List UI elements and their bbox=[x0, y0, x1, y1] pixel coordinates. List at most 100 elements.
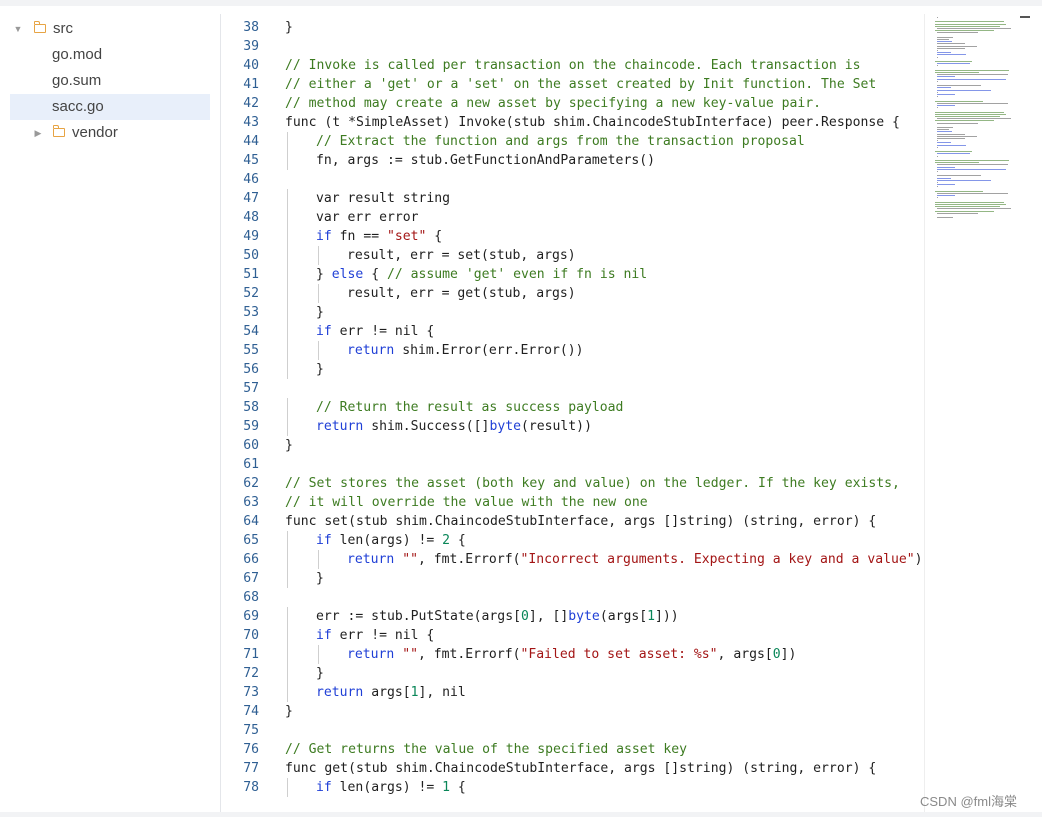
code-line[interactable]: 78 if len(args) != 1 { bbox=[222, 778, 922, 797]
code-text: fn, args := stub.GetFunctionAndParameter… bbox=[316, 153, 655, 168]
code-line[interactable]: 68 bbox=[222, 588, 922, 607]
code-line[interactable]: 67} bbox=[222, 569, 922, 588]
code-line[interactable]: 62 // Set stores the asset (both key and … bbox=[222, 474, 922, 493]
indent-guide bbox=[287, 531, 288, 550]
tree-item-go-sum[interactable]: go.sum bbox=[10, 68, 210, 94]
code-text: if err != nil { bbox=[316, 628, 435, 643]
minimap-line bbox=[937, 208, 1012, 210]
chevron-right-icon[interactable]: ▶ bbox=[33, 120, 43, 146]
minimap-line bbox=[937, 105, 956, 106]
code-line[interactable]: 47 var result string bbox=[222, 189, 922, 208]
code-text: // Set stores the asset (both key and va… bbox=[285, 476, 900, 491]
code-text: } bbox=[316, 666, 324, 681]
code-line[interactable]: 53} bbox=[222, 303, 922, 322]
code-line[interactable]: 64 func set(stub shim.ChaincodeStubInterf… bbox=[222, 512, 922, 531]
code-line[interactable]: 49 if fn == "set" { bbox=[222, 227, 922, 246]
line-number: 41 bbox=[243, 77, 259, 92]
line-number: 50 bbox=[243, 248, 259, 263]
minimap-line bbox=[937, 168, 1007, 170]
code-text: if len(args) != 2 { bbox=[316, 533, 466, 548]
code-line[interactable]: 74} bbox=[222, 702, 922, 721]
indent-guide bbox=[287, 189, 288, 208]
code-text: err := stub.PutState(args[0], []byte(arg… bbox=[316, 609, 679, 624]
code-line[interactable]: 44 // Extract the function and args from … bbox=[222, 132, 922, 151]
code-text: func set(stub shim.ChaincodeStubInterfac… bbox=[285, 514, 877, 529]
line-number: 42 bbox=[243, 96, 259, 111]
tree-item-go-mod[interactable]: go.mod bbox=[10, 42, 210, 68]
minimap-line bbox=[937, 184, 956, 186]
code-line[interactable]: 60} bbox=[222, 436, 922, 455]
minimap-line bbox=[935, 206, 1000, 208]
minimap-line bbox=[937, 91, 938, 93]
minimap[interactable] bbox=[924, 14, 1020, 812]
minimap-line bbox=[937, 146, 938, 148]
code-line[interactable]: 40 // Invoke is called per transaction on… bbox=[222, 56, 922, 75]
tree-item-sacc-go[interactable]: sacc.go bbox=[10, 94, 210, 120]
code-line[interactable]: 59 return shim.Success([]byte(result)) bbox=[222, 417, 922, 436]
line-number: 66 bbox=[243, 552, 259, 567]
tree-item-vendor[interactable]: ▶ vendor bbox=[10, 120, 210, 146]
indent-guide bbox=[287, 550, 288, 569]
minimap-line bbox=[937, 56, 938, 58]
minimap-line bbox=[937, 45, 977, 47]
bottom-strip bbox=[0, 812, 1042, 817]
line-number: 73 bbox=[243, 685, 259, 700]
minimap-line bbox=[937, 63, 971, 65]
code-line[interactable]: 72} bbox=[222, 664, 922, 683]
top-strip bbox=[0, 0, 1042, 6]
line-number: 69 bbox=[243, 609, 259, 624]
code-line[interactable]: 77 func get(stub shim.ChaincodeStubInterf… bbox=[222, 759, 922, 778]
code-line[interactable]: 61 bbox=[222, 455, 922, 474]
code-line[interactable]: 38} bbox=[222, 18, 922, 37]
minimap-line bbox=[937, 43, 965, 45]
code-line[interactable]: 65 if len(args) != 2 { bbox=[222, 531, 922, 550]
code-line[interactable]: 63 // it will override the value with the… bbox=[222, 493, 922, 512]
tree-item-src[interactable]: ▼ src bbox=[10, 16, 210, 42]
code-line[interactable]: 43 func (t *SimpleAsset) Invoke(stub shim… bbox=[222, 113, 922, 132]
code-line[interactable]: 58 // Return the result as success payloa… bbox=[222, 398, 922, 417]
code-line[interactable]: 66 return "", fmt.Errorf("Incorrect argum… bbox=[222, 550, 922, 569]
indent-guide bbox=[287, 151, 288, 170]
line-number: 45 bbox=[243, 153, 259, 168]
code-text: var err error bbox=[316, 210, 419, 225]
code-line[interactable]: 54 if err != nil { bbox=[222, 322, 922, 341]
minimap-line bbox=[937, 65, 938, 67]
code-line[interactable]: 42 // method may create a new asset by sp… bbox=[222, 94, 922, 113]
line-number: 38 bbox=[243, 20, 259, 35]
minimap-line bbox=[935, 25, 1000, 27]
code-line[interactable]: 71 return "", fmt.Errorf("Failed to set a… bbox=[222, 645, 922, 664]
code-line[interactable]: 56} bbox=[222, 360, 922, 379]
line-number: 56 bbox=[243, 362, 259, 377]
code-editor[interactable]: 38} 39 40 // Invoke is called per transacti… bbox=[222, 18, 922, 812]
minimap-line bbox=[937, 47, 965, 49]
code-text: } bbox=[316, 571, 324, 586]
code-line[interactable]: 39 bbox=[222, 37, 922, 56]
code-line[interactable]: 55 return shim.Error(err.Error()) bbox=[222, 341, 922, 360]
code-text: return args[1], nil bbox=[316, 685, 466, 700]
code-line[interactable]: 52 result, err = get(stub, args) bbox=[222, 284, 922, 303]
minimap-line bbox=[937, 138, 965, 139]
scrollbar-thumb[interactable] bbox=[1020, 16, 1030, 18]
line-number: 40 bbox=[243, 58, 259, 73]
watermark: CSDN @fml海棠 bbox=[920, 794, 1017, 809]
code-line[interactable]: 69 err := stub.PutState(args[0], []byte(a… bbox=[222, 607, 922, 626]
code-line[interactable]: 75 bbox=[222, 721, 922, 740]
minimap-line bbox=[935, 201, 1005, 203]
code-line[interactable]: 73 return args[1], nil bbox=[222, 683, 922, 702]
minimap-line bbox=[937, 175, 981, 177]
chevron-down-icon[interactable]: ▼ bbox=[13, 16, 23, 42]
code-line[interactable]: 50 result, err = set(stub, args) bbox=[222, 246, 922, 265]
line-number: 62 bbox=[243, 476, 259, 491]
minimap-line bbox=[937, 87, 952, 89]
code-line[interactable]: 46 bbox=[222, 170, 922, 189]
code-line[interactable]: 70 if err != nil { bbox=[222, 626, 922, 645]
code-line[interactable]: 41 // either a 'get' or a 'set' on the as… bbox=[222, 75, 922, 94]
code-line[interactable]: 76 // Get returns the value of the specif… bbox=[222, 740, 922, 759]
code-text: // Return the result as success payload bbox=[316, 400, 624, 415]
code-line[interactable]: 57 bbox=[222, 379, 922, 398]
code-line[interactable]: 48 var err error bbox=[222, 208, 922, 227]
code-line[interactable]: 45 fn, args := stub.GetFunctionAndParamet… bbox=[222, 151, 922, 170]
code-line[interactable]: 51} else { // assume 'get' even if fn is… bbox=[222, 265, 922, 284]
line-number: 39 bbox=[243, 39, 259, 54]
minimap-line bbox=[937, 89, 992, 91]
